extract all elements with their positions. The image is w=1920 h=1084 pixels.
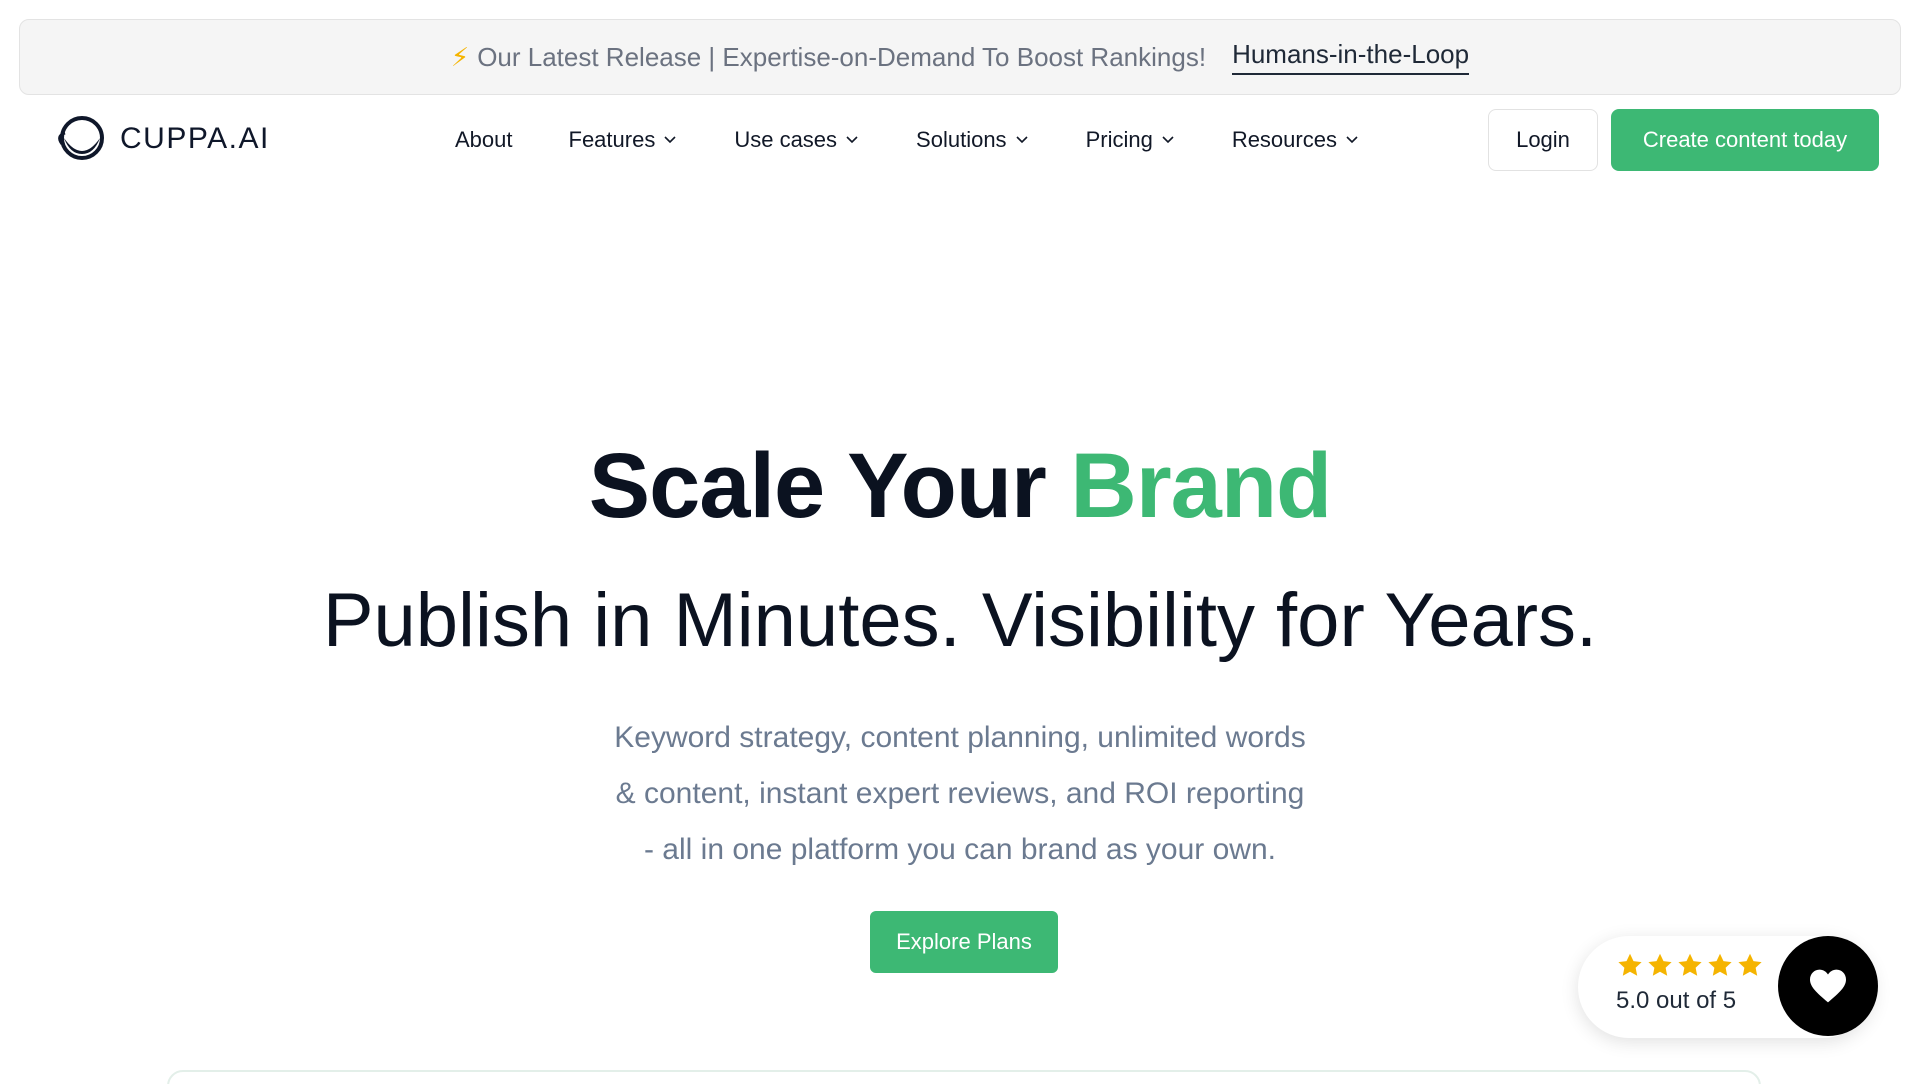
star-icon	[1738, 953, 1762, 976]
main-nav: CUPPA.AI About Features Use cases Soluti…	[0, 100, 1920, 180]
star-icon	[1678, 953, 1702, 976]
cup-logo-icon	[58, 116, 104, 160]
login-button[interactable]: Login	[1488, 109, 1598, 171]
hero-lead-line: & content, instant expert reviews, and R…	[615, 777, 1305, 810]
hero-lead: Keyword strategy, content planning, unli…	[0, 710, 1920, 878]
logo[interactable]: CUPPA.AI	[54, 114, 270, 164]
hero-subtitle: Publish in Minutes. Visibility for Years…	[322, 578, 1598, 663]
product-preview-frame	[167, 1070, 1761, 1084]
chevron-down-icon	[1162, 136, 1174, 144]
nav-item-resources[interactable]: Resources	[1232, 127, 1358, 153]
nav-menu: About Features Use cases Solutions Prici…	[455, 100, 1358, 180]
logo-text: CUPPA.AI	[120, 122, 270, 155]
create-content-button[interactable]: Create content today	[1611, 109, 1879, 171]
nav-item-label: Solutions	[916, 127, 1007, 152]
nav-item-label: Pricing	[1085, 127, 1153, 152]
announcement-link[interactable]: Humans-in-the-Loop	[1232, 39, 1470, 75]
star-icon	[1648, 953, 1672, 976]
announcement-text: Our Latest Release | Expertise-on-Demand…	[477, 41, 1207, 72]
explore-plans-button[interactable]: Explore Plans	[870, 911, 1058, 973]
nav-item-features[interactable]: Features	[569, 127, 677, 153]
nav-item-solutions[interactable]: Solutions	[916, 127, 1028, 153]
nav-item-label: About	[455, 127, 513, 152]
star-icon	[1708, 953, 1732, 976]
hero-lead-line: - all in one platform you can brand as y…	[643, 833, 1276, 866]
chevron-down-icon	[1346, 136, 1358, 144]
chevron-down-icon	[846, 136, 858, 144]
nav-item-label: Resources	[1231, 127, 1337, 152]
nav-item-label: Features	[568, 127, 656, 152]
hero-title-accent: Brand	[1070, 435, 1332, 537]
heart-icon	[1810, 969, 1846, 1003]
nav-item-label: Use cases	[734, 127, 838, 152]
hero-title: Scale Your Brand	[0, 440, 1920, 532]
star-icon	[1618, 953, 1642, 976]
nav-item-about[interactable]: About	[455, 127, 513, 153]
nav-item-pricing[interactable]: Pricing	[1086, 127, 1174, 153]
hero-lead-line: Keyword strategy, content planning, unli…	[614, 721, 1306, 754]
hero-title-main: Scale Your	[588, 435, 1047, 537]
lightning-icon: ⚡	[450, 41, 470, 72]
chevron-down-icon	[664, 136, 676, 144]
heart-button[interactable]	[1778, 936, 1878, 1036]
announcement-bar: ⚡ Our Latest Release | Expertise-on-Dema…	[19, 19, 1901, 95]
chevron-down-icon	[1015, 136, 1028, 144]
rating-stars	[1616, 952, 1764, 979]
rating-text: 5.0 out of 5	[1616, 987, 1737, 1014]
nav-item-use-cases[interactable]: Use cases	[734, 127, 858, 153]
